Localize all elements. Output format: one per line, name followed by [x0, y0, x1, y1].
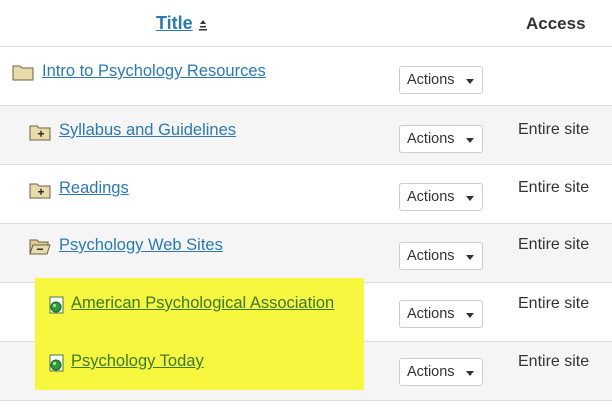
folder-link-readings[interactable]: Readings: [59, 179, 129, 198]
folder-open-icon[interactable]: [29, 237, 51, 255]
web-link-psychology-today[interactable]: Psychology Today: [71, 352, 204, 371]
actions-label: Actions: [407, 306, 455, 322]
table-row: Intro to Psychology Resources Actions: [0, 47, 612, 106]
actions-label: Actions: [407, 189, 455, 205]
actions-label: Actions: [407, 248, 455, 264]
caret-down-icon: [466, 313, 474, 318]
actions-label: Actions: [407, 72, 455, 88]
actions-button[interactable]: Actions: [399, 66, 483, 94]
folder-link-syllabus[interactable]: Syllabus and Guidelines: [59, 121, 236, 140]
title-sort-link[interactable]: Title: [156, 13, 193, 34]
folder-plus-icon[interactable]: [29, 123, 51, 141]
access-value: Entire site: [518, 179, 590, 196]
folder-link-intro[interactable]: Intro to Psychology Resources: [42, 62, 266, 81]
web-link-icon[interactable]: [47, 354, 69, 372]
access-value: Entire site: [518, 236, 590, 253]
folder-link-web-sites[interactable]: Psychology Web Sites: [59, 236, 223, 255]
access-value: Entire site: [518, 353, 590, 370]
access-column-header: Access: [526, 14, 586, 33]
actions-label: Actions: [407, 131, 455, 147]
actions-button[interactable]: Actions: [399, 300, 483, 328]
actions-button[interactable]: Actions: [399, 358, 483, 386]
actions-button[interactable]: Actions: [399, 125, 483, 153]
caret-down-icon: [466, 255, 474, 260]
folder-icon[interactable]: [12, 63, 34, 81]
caret-down-icon: [466, 196, 474, 201]
resources-table: Title Access Intro to Psychology Resourc…: [0, 0, 612, 413]
folder-plus-icon[interactable]: [29, 181, 51, 199]
access-value: Entire site: [518, 121, 590, 138]
table-row: Syllabus and Guidelines Actions Entire s…: [0, 106, 612, 165]
web-link-apa[interactable]: American Psychological Association: [71, 294, 334, 313]
sort-ascending-icon[interactable]: [198, 19, 208, 31]
table-row: Psychology Web Sites Actions Entire site: [0, 224, 612, 283]
actions-button[interactable]: Actions: [399, 242, 483, 270]
caret-down-icon: [466, 138, 474, 143]
table-row: Readings Actions Entire site: [0, 165, 612, 224]
web-link-icon[interactable]: [47, 296, 69, 314]
access-value: Entire site: [518, 295, 590, 312]
caret-down-icon: [466, 79, 474, 84]
actions-button[interactable]: Actions: [399, 183, 483, 211]
caret-down-icon: [466, 371, 474, 376]
table-header: Title Access: [0, 0, 612, 47]
actions-label: Actions: [407, 364, 455, 380]
